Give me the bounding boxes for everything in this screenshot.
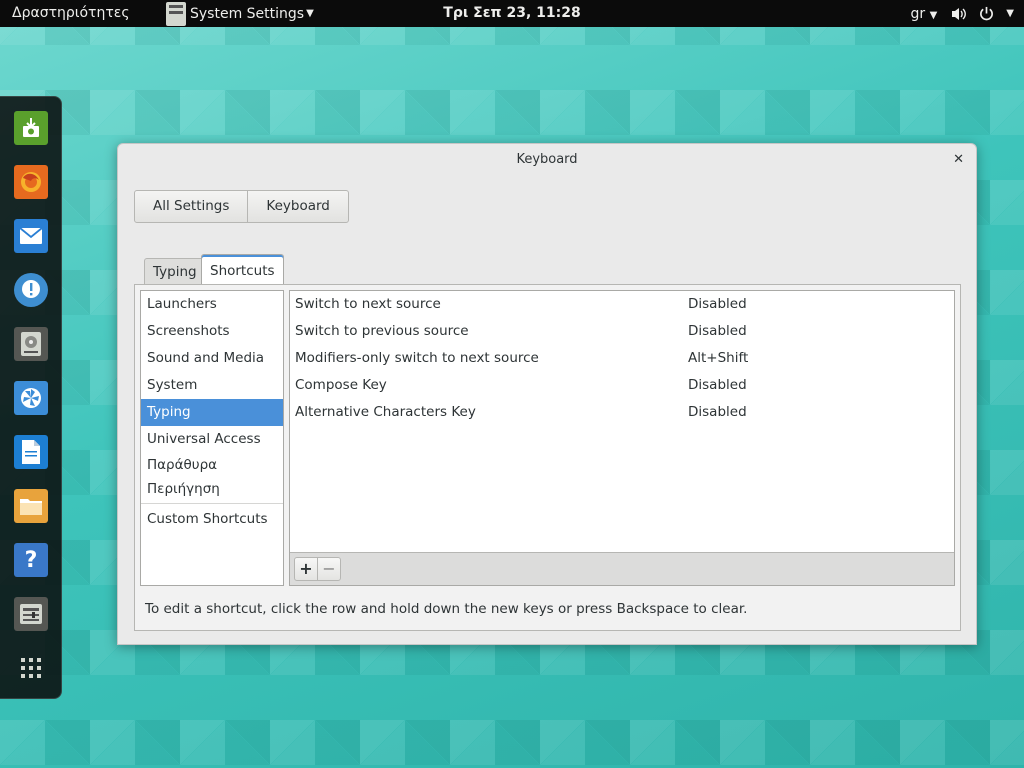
close-icon[interactable]: ✕ (953, 152, 964, 167)
empathy-chat-icon[interactable] (14, 273, 48, 307)
chevron-down-icon: ▼ (1006, 8, 1014, 19)
category-navigation[interactable]: Περιήγηση (141, 477, 283, 501)
list-separator (141, 503, 283, 504)
software-install-icon[interactable] (14, 111, 48, 145)
shortcut-row[interactable]: Alternative Characters Key Disabled (290, 399, 954, 426)
libreoffice-writer-icon[interactable] (14, 435, 48, 469)
shortcuts-panel: Launchers Screenshots Sound and Media Sy… (134, 284, 961, 631)
breadcrumb-all-settings[interactable]: All Settings (135, 191, 247, 222)
shortcut-list: Switch to next source Disabled Switch to… (289, 290, 955, 586)
tab-typing[interactable]: Typing (144, 258, 206, 285)
shortcut-name: Compose Key (295, 377, 387, 393)
app-menu-label: System Settings (190, 5, 305, 22)
shortcut-row[interactable]: Modifiers-only switch to next source Alt… (290, 345, 954, 372)
activities-button[interactable]: Δραστηριότητες (12, 5, 130, 21)
remove-shortcut-button[interactable]: − (317, 557, 341, 581)
category-universal-access[interactable]: Universal Access (141, 426, 283, 453)
mail-icon[interactable] (14, 219, 48, 253)
breadcrumb: All Settings Keyboard (134, 190, 349, 223)
shortcut-accel: Disabled (688, 323, 747, 339)
firefox-icon[interactable] (14, 165, 48, 199)
files-folder-icon[interactable] (14, 489, 48, 523)
category-system[interactable]: System (141, 372, 283, 399)
keyboard-layout-indicator[interactable]: gr ▼ (910, 6, 937, 22)
category-windows[interactable]: Παράθυρα (141, 453, 283, 477)
shortcut-row[interactable]: Compose Key Disabled (290, 372, 954, 399)
shortcut-row[interactable]: Switch to previous source Disabled (290, 318, 954, 345)
hint-text: To edit a shortcut, click the row and ho… (145, 601, 748, 617)
shortcut-name: Switch to next source (295, 296, 441, 312)
show-applications-icon[interactable] (14, 651, 48, 685)
power-icon (980, 6, 994, 21)
system-settings-icon[interactable] (14, 597, 48, 631)
category-launchers[interactable]: Launchers (141, 291, 283, 318)
add-shortcut-button[interactable]: + (294, 557, 318, 581)
help-icon[interactable]: ? (14, 543, 48, 577)
category-sound-and-media[interactable]: Sound and Media (141, 345, 283, 372)
disks-icon[interactable] (14, 327, 48, 361)
shortcut-accel: Disabled (688, 296, 747, 312)
shortcut-name: Switch to previous source (295, 323, 469, 339)
keyboard-window: Keyboard ✕ All Settings Keyboard Typing … (117, 143, 977, 645)
breadcrumb-keyboard[interactable]: Keyboard (247, 191, 347, 222)
category-custom-shortcuts[interactable]: Custom Shortcuts (141, 506, 283, 533)
shortcut-accel: Disabled (688, 404, 747, 420)
top-bar: Δραστηριότητες System Settings ▼ Τρι Σεπ… (0, 0, 1024, 27)
clock[interactable]: Τρι Σεπ 23, 11:28 (443, 5, 580, 21)
dash: ? (0, 96, 62, 699)
shortcut-accel: Alt+Shift (688, 350, 749, 366)
shotwell-icon[interactable] (14, 381, 48, 415)
system-menu[interactable]: ▼ (951, 6, 1014, 21)
chevron-down-icon: ▼ (306, 8, 314, 19)
system-settings-app-icon (166, 1, 186, 26)
chevron-down-icon: ▼ (929, 9, 938, 21)
category-list: Launchers Screenshots Sound and Media Sy… (140, 290, 284, 586)
app-menu[interactable]: System Settings ▼ (166, 0, 314, 27)
tab-shortcuts[interactable]: Shortcuts (201, 254, 284, 286)
list-toolbar: + − (290, 552, 954, 585)
volume-icon (952, 7, 967, 20)
shortcut-name: Alternative Characters Key (295, 404, 476, 420)
shortcut-name: Modifiers-only switch to next source (295, 350, 539, 366)
category-typing[interactable]: Typing (141, 399, 283, 426)
keyboard-layout-label: gr (910, 5, 926, 22)
shortcut-accel: Disabled (688, 377, 747, 393)
category-screenshots[interactable]: Screenshots (141, 318, 283, 345)
shortcut-row[interactable]: Switch to next source Disabled (290, 291, 954, 318)
window-title: Keyboard (516, 152, 578, 167)
